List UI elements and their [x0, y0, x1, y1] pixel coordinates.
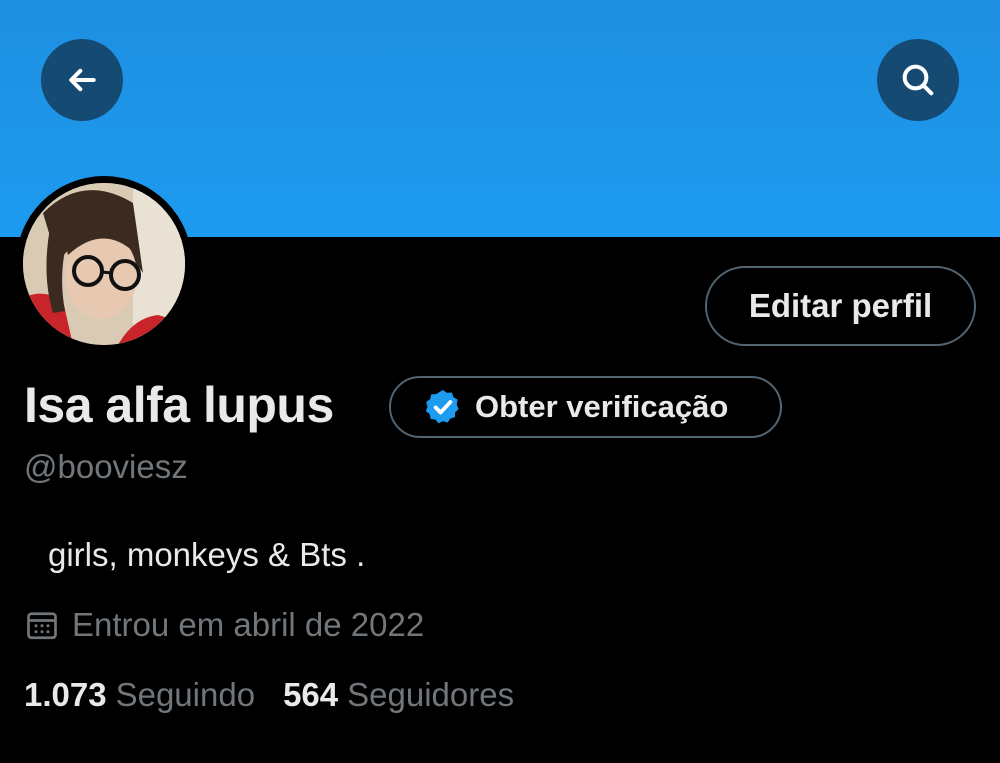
user-handle: @booviesz: [24, 448, 188, 485]
following-count: 1.073: [24, 676, 107, 713]
join-date: Entrou em abril de 2022: [24, 606, 424, 644]
get-verified-button[interactable]: Obter verificação: [389, 376, 782, 438]
calendar-icon: [27, 612, 57, 640]
back-button[interactable]: [41, 39, 123, 121]
following-label: Seguindo: [115, 676, 256, 713]
search-button[interactable]: [877, 39, 959, 121]
avatar[interactable]: [16, 176, 192, 352]
display-name: Isa alfa lupus: [24, 377, 334, 433]
verified-badge-icon: [425, 390, 459, 424]
arrow-left-icon: [69, 68, 96, 92]
follow-stats: 1.073 Seguindo 564 Seguidores: [24, 676, 542, 714]
search-icon: [902, 64, 934, 96]
followers-label: Seguidores: [347, 676, 515, 713]
followers-link[interactable]: 564 Seguidores: [283, 676, 514, 714]
following-link[interactable]: 1.073 Seguindo: [24, 676, 255, 714]
followers-count: 564: [283, 676, 339, 713]
get-verified-label: Obter verificação: [475, 389, 729, 424]
join-date-label: Entrou em abril de 2022: [72, 606, 425, 643]
bio-text: girls, monkeys & Bts .: [48, 536, 366, 573]
profile-photo: [23, 183, 185, 345]
profile-photo-image: [23, 183, 185, 345]
edit-profile-button[interactable]: Editar perfil: [705, 266, 976, 346]
